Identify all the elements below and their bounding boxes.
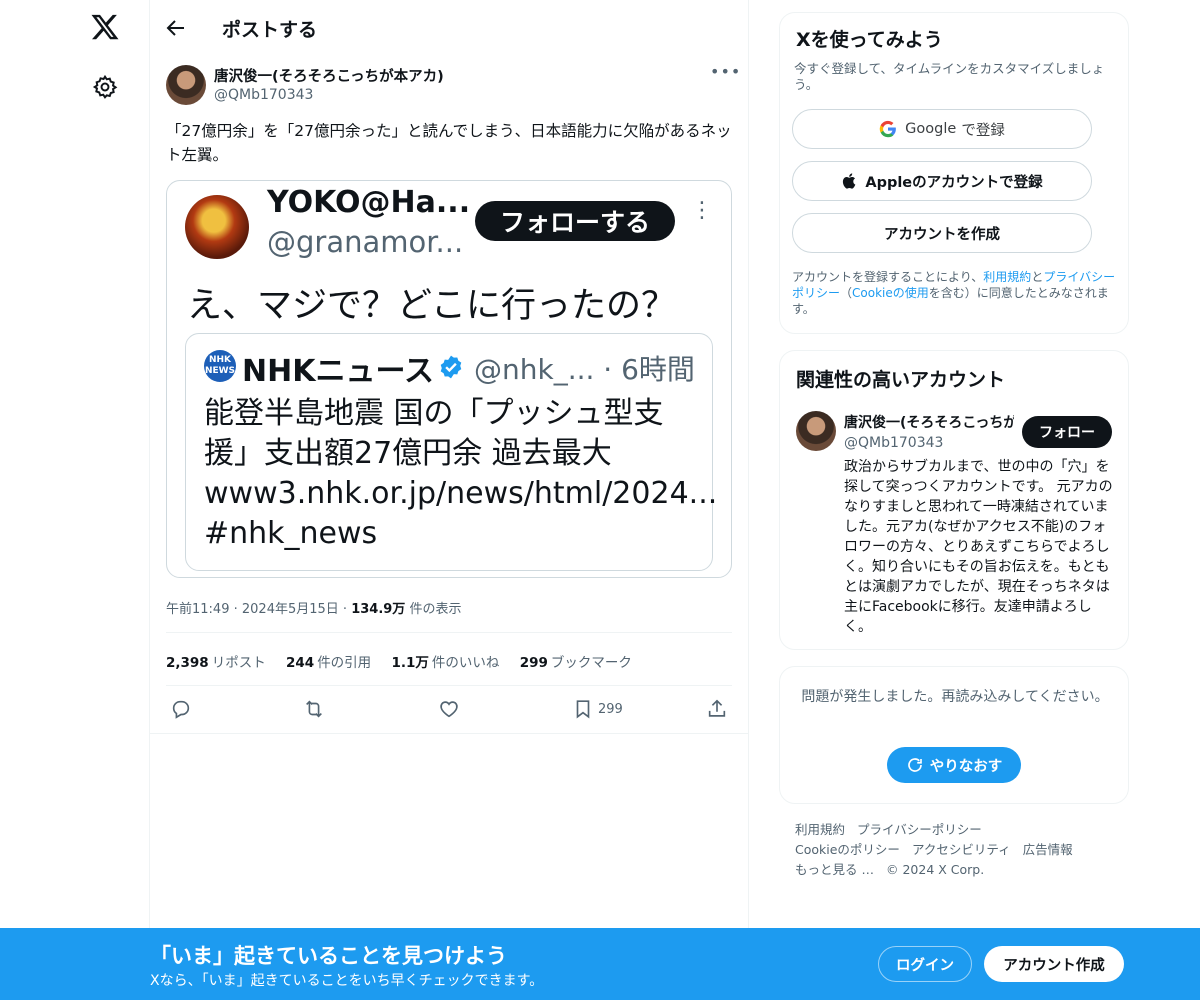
banner-subtitle: Xなら、「いま」起きていることをいち早くチェックできます。	[150, 973, 544, 989]
google-logo-icon	[879, 120, 897, 138]
google-signup-button[interactable]: Google で登録	[792, 109, 1092, 149]
footer-links: 利用規約 プライバシーポリシー Cookieのポリシー アクセシビリティ 広告情報 も…	[795, 820, 1125, 880]
related-user-name[interactable]: 唐沢俊一(そろそろこっちが本アカ)	[844, 412, 1014, 432]
views-label: 件の表示	[409, 602, 462, 617]
x-logo-icon[interactable]	[90, 12, 120, 42]
repost-icon[interactable]	[303, 697, 325, 721]
main-column: ポストする 唐沢俊一(そろそろこっちが本アカ) @QMb170343 ••• 「…	[150, 0, 748, 928]
related-title: 関連性の高いアカウント	[796, 369, 1006, 391]
nhk-meta: @nhk_... · 6時間	[474, 353, 695, 386]
bottom-signup-banner: 「いま」起きていることを見つけよう Xなら、「いま」起きていることをいち早くチェ…	[0, 928, 1200, 1000]
post-stats: 2,398 リポスト 244 件の引用 1.1万 件のいいね 299 ブックマーク	[166, 651, 648, 671]
back-arrow-icon[interactable]	[164, 16, 188, 40]
footer-link-accessibility[interactable]: アクセシビリティ	[912, 842, 1011, 857]
quoted-more-icon: ⋮	[691, 198, 713, 223]
views-count: 134.9万	[351, 602, 406, 617]
retry-button[interactable]: やりなおす	[887, 747, 1021, 783]
divider	[166, 685, 732, 686]
divider	[150, 733, 748, 734]
footer-link-more[interactable]: もっと見る …	[795, 862, 874, 877]
post-text: 「27億円余」を「27億円余った」と読んでしまう、日本語能力に欠陥があるネット左…	[166, 122, 732, 164]
related-accounts-card: 関連性の高いアカウント 唐沢俊一(そろそろこっちが本アカ) @QMb170343…	[779, 350, 1129, 650]
reposts-stat[interactable]: 2,398 リポスト	[166, 655, 266, 671]
apple-logo-icon	[843, 173, 856, 189]
footer-link-terms[interactable]: 利用規約	[795, 822, 845, 837]
likes-stat[interactable]: 1.1万 件のいいね	[391, 655, 499, 671]
related-user-handle[interactable]: @QMb170343	[844, 435, 943, 451]
nhk-logo-icon: NHK NEWS	[204, 350, 236, 382]
retry-label: やりなおす	[929, 758, 1003, 775]
attached-screenshot-image[interactable]: YOKO@Ha... @granamor... フォローする ⋮ え、マジで？ど…	[166, 180, 732, 578]
nhk-name: NHKニュース	[242, 354, 434, 389]
google-signup-label: で登録	[961, 122, 1005, 139]
footer-link-privacy[interactable]: プライバシーポリシー	[857, 822, 982, 837]
signup-card: Xを使ってみよう 今すぐ登録して、タイムラインをカスタマイズしましょう。 Goo…	[779, 12, 1129, 334]
signup-subtitle: 今すぐ登録して、タイムラインをカスタマイズしましょう。	[794, 61, 1105, 92]
banner-create-account-button[interactable]: アカウント作成	[984, 946, 1124, 982]
page-title: ポストする	[222, 19, 318, 41]
footer-link-ads[interactable]: 広告情報	[1023, 842, 1073, 857]
quoted-post-text: え、マジで？どこに行ったの？	[187, 286, 676, 326]
share-icon[interactable]	[706, 697, 728, 721]
post-time[interactable]: 午前11:49	[166, 602, 229, 617]
bookmark-count: 299	[598, 701, 623, 717]
post-author: 唐沢俊一(そろそろこっちが本アカ) @QMb170343 •••	[166, 64, 740, 109]
main-right-border	[748, 0, 749, 928]
error-message: 問題が発生しました。再読み込みしてください。	[801, 689, 1109, 705]
more-options-icon[interactable]: •••	[710, 64, 740, 85]
apple-signup-button[interactable]: Appleのアカウントで登録	[792, 161, 1092, 201]
related-user-avatar[interactable]	[796, 411, 836, 451]
footer-link-cookie[interactable]: Cookieのポリシー	[795, 842, 900, 857]
author-name[interactable]: 唐沢俊一(そろそろこっちが本アカ)	[214, 65, 444, 86]
google-brand-text: Google	[905, 121, 957, 137]
error-card: 問題が発生しました。再読み込みしてください。 やりなおす	[779, 666, 1129, 804]
like-heart-icon[interactable]	[438, 697, 460, 721]
related-user-bio: 政治からサブカルまで、世の中の「穴」を探して突っつくアカウントです。 元アカのな…	[844, 459, 1113, 635]
bookmark-icon[interactable]: 299	[572, 697, 623, 721]
author-handle[interactable]: @QMb170343	[214, 87, 313, 103]
divider	[166, 632, 732, 633]
banner-title: 「いま」起きていることを見つけよう	[150, 944, 507, 968]
post-actions: 299	[166, 697, 732, 723]
verified-badge-icon	[438, 354, 464, 380]
reply-icon[interactable]	[170, 697, 192, 721]
terms-link[interactable]: 利用規約	[983, 270, 1031, 284]
apple-signup-label: Appleのアカウントで登録	[865, 174, 1043, 191]
footer-copyright: © 2024 X Corp.	[885, 862, 985, 877]
quoted-user-handle: @granamor...	[267, 225, 464, 259]
post-date[interactable]: 2024年5月15日	[242, 602, 339, 617]
nested-quote-card: NHK NEWS NHKニュース @nhk_... · 6時間 能登半島地震 国…	[185, 333, 718, 571]
create-account-button[interactable]: アカウントを作成	[792, 213, 1092, 253]
follow-button[interactable]: フォロー	[1022, 416, 1112, 448]
left-rail	[60, 0, 150, 928]
login-button[interactable]: ログイン	[878, 946, 972, 982]
post-timestamp: 午前11:49 · 2024年5月15日 · 134.9万 件の表示	[166, 602, 462, 617]
quoted-user-name: YOKO@Ha...	[267, 185, 471, 220]
author-avatar[interactable]	[166, 65, 206, 105]
signup-title: Xを使ってみよう	[796, 29, 943, 51]
quotes-stat[interactable]: 244 件の引用	[286, 655, 371, 671]
quoted-user-avatar	[185, 195, 249, 259]
quoted-follow-button: フォローする	[475, 201, 675, 241]
settings-gear-icon[interactable]	[92, 74, 118, 100]
cookie-use-link[interactable]: Cookieの使用	[852, 286, 929, 300]
nhk-post-body: 能登半島地震 国の「プッシュ型支援」支出額27億円余 過去最大 www3.nhk…	[204, 396, 718, 551]
bookmarks-stat[interactable]: 299 ブックマーク	[520, 655, 632, 671]
refresh-icon	[907, 758, 922, 772]
post-header: ポストする	[150, 0, 748, 55]
signup-legal-text: アカウントを登録することにより、利用規約とプライバシーポリシー（Cookieの使…	[792, 270, 1116, 316]
